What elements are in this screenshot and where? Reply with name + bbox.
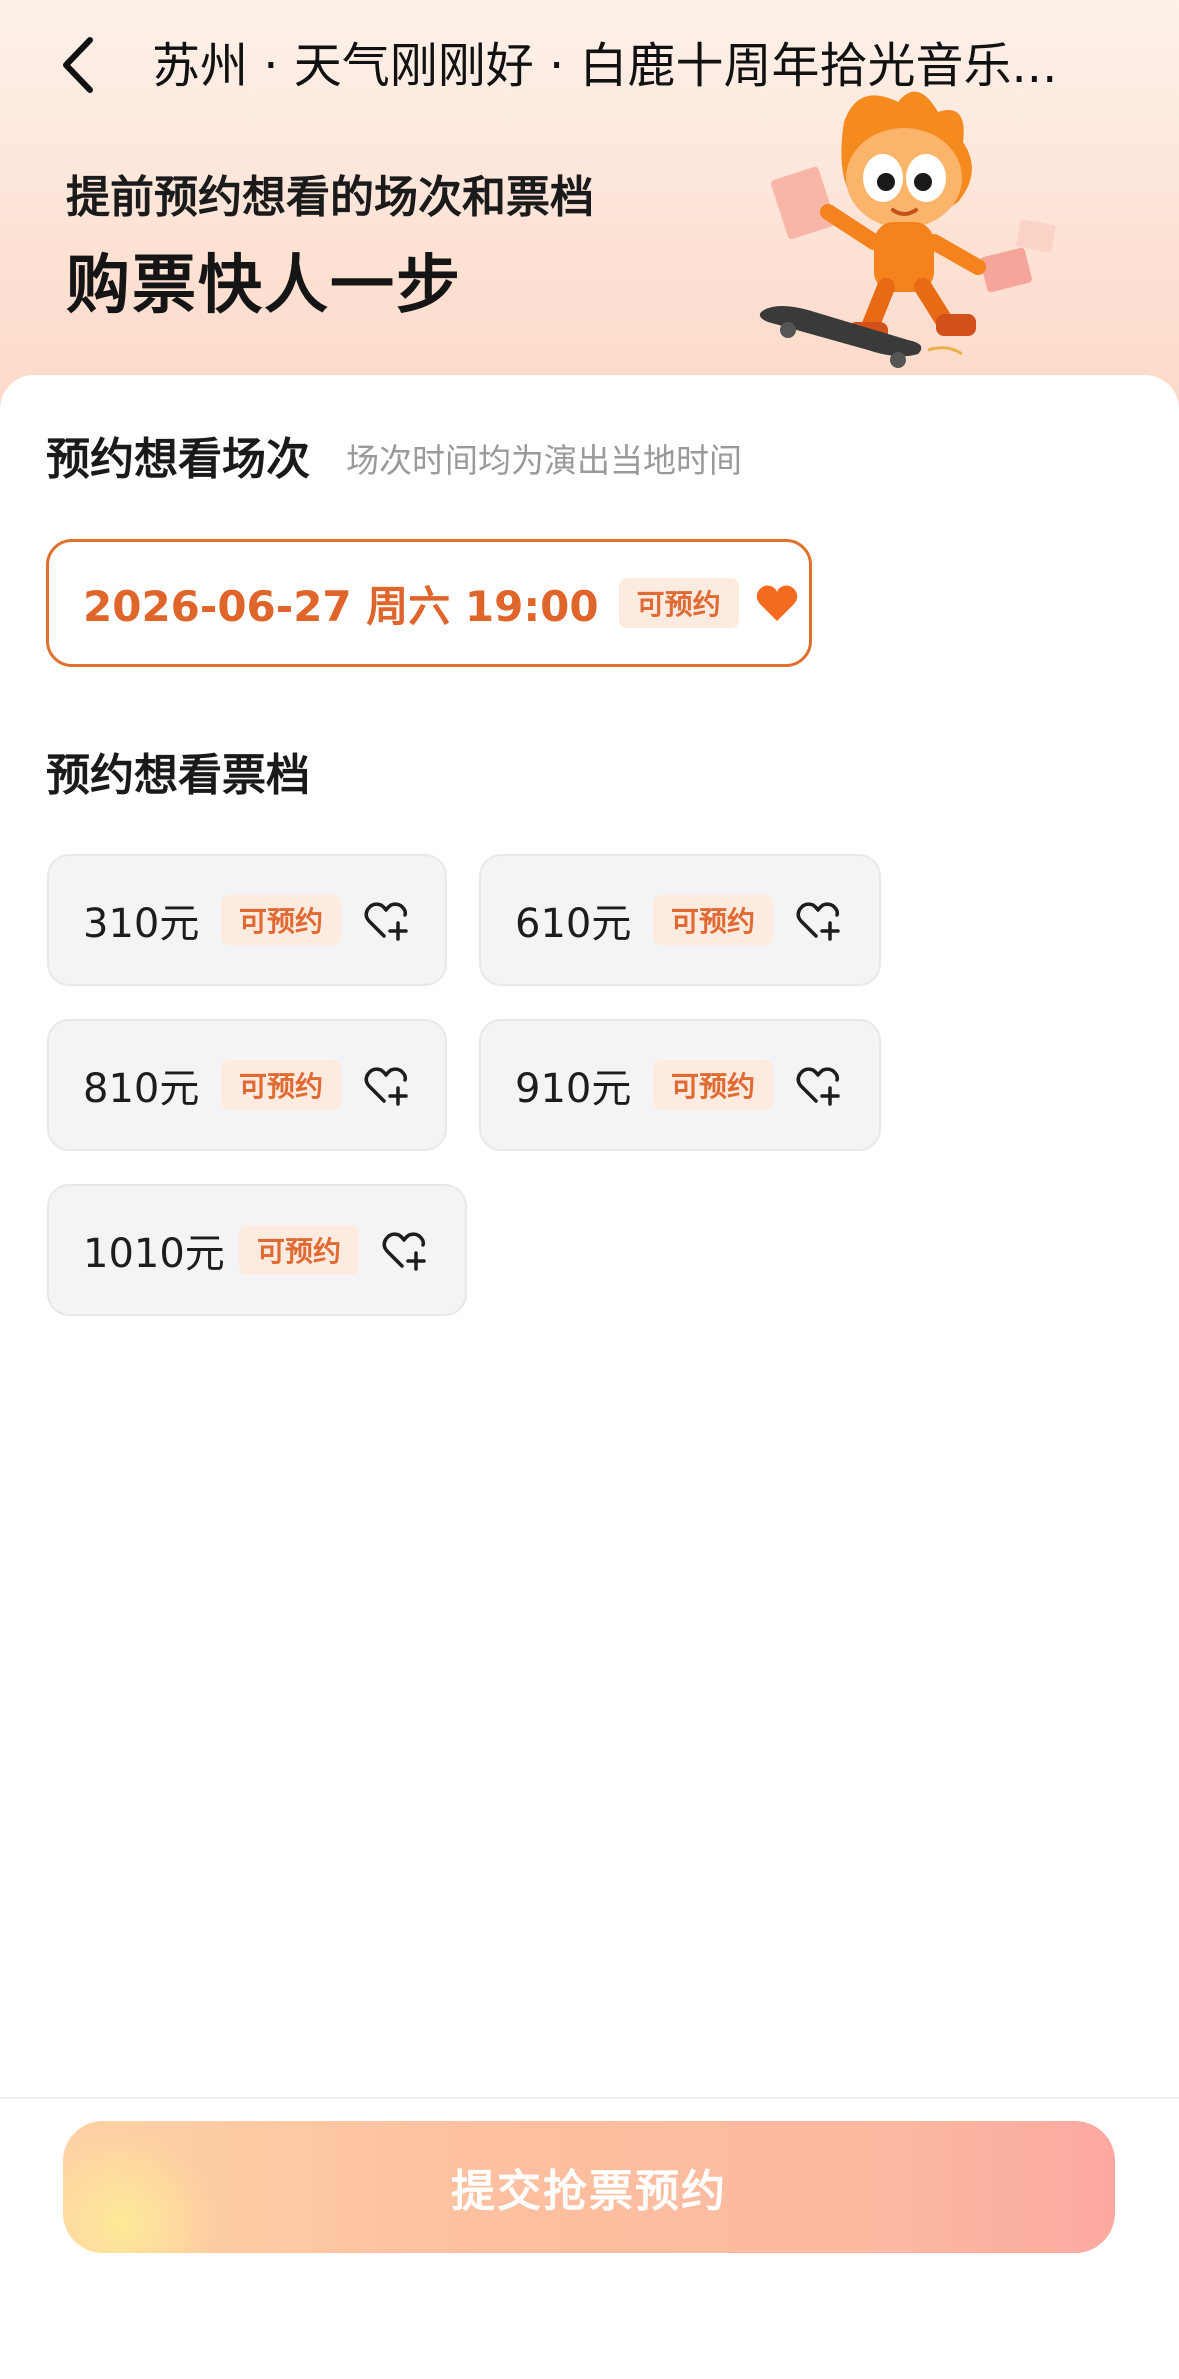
session-option-selected[interactable]: 2026-06-27 周六 19:00 可预约 xyxy=(46,539,812,667)
status-badge: 可预约 xyxy=(618,578,739,628)
status-badge: 可预约 xyxy=(239,1225,360,1275)
heart-filled-icon xyxy=(756,585,797,621)
session-time-hint: 场次时间均为演出当地时间 xyxy=(346,441,742,480)
back-button[interactable] xyxy=(52,30,112,100)
hero-headline: 购票快人一步 xyxy=(66,249,462,323)
heart-add-icon xyxy=(364,1067,408,1106)
tier-price: 610元 xyxy=(515,901,632,947)
status-badge: 可预约 xyxy=(221,895,342,945)
status-badge: 可预约 xyxy=(221,1060,342,1110)
heart-add-icon xyxy=(364,902,408,941)
status-badge: 可预约 xyxy=(653,895,774,945)
hero-subtitle: 提前预约想看的场次和票档 xyxy=(66,172,594,223)
tier-section-title: 预约想看票档 xyxy=(46,750,310,801)
session-date-time: 2026-06-27 周六 19:00 xyxy=(83,581,599,631)
tier-option[interactable]: 310元 可预约 xyxy=(47,854,447,986)
session-section-title: 预约想看场次 xyxy=(46,434,310,485)
footer-divider xyxy=(0,2097,1179,2099)
heart-add-icon xyxy=(382,1232,426,1271)
tier-price: 910元 xyxy=(515,1066,632,1112)
submit-button-label: 提交抢票预约 xyxy=(451,2166,727,2217)
reservation-panel xyxy=(0,375,1179,2379)
tier-option[interactable]: 910元 可预约 xyxy=(479,1019,881,1151)
tier-option[interactable]: 810元 可预约 xyxy=(47,1019,447,1151)
mascot-illustration xyxy=(759,91,1056,368)
chevron-left-icon xyxy=(63,37,93,93)
hero-banner: 苏州 · 天气刚刚好 · 白鹿十周年拾光音乐... 提前预约想看的场次和票档 购… xyxy=(0,0,1179,420)
tier-price: 1010元 xyxy=(83,1231,225,1277)
tier-option[interactable]: 610元 可预约 xyxy=(479,854,881,986)
heart-add-icon xyxy=(796,1067,840,1106)
submit-reservation-button[interactable]: 提交抢票预约 xyxy=(63,2121,1115,2253)
tier-price: 310元 xyxy=(83,901,200,947)
status-badge: 可预约 xyxy=(653,1060,774,1110)
tier-price: 810元 xyxy=(83,1066,200,1112)
tier-option[interactable]: 1010元 可预约 xyxy=(47,1184,467,1316)
heart-add-icon xyxy=(796,902,840,941)
